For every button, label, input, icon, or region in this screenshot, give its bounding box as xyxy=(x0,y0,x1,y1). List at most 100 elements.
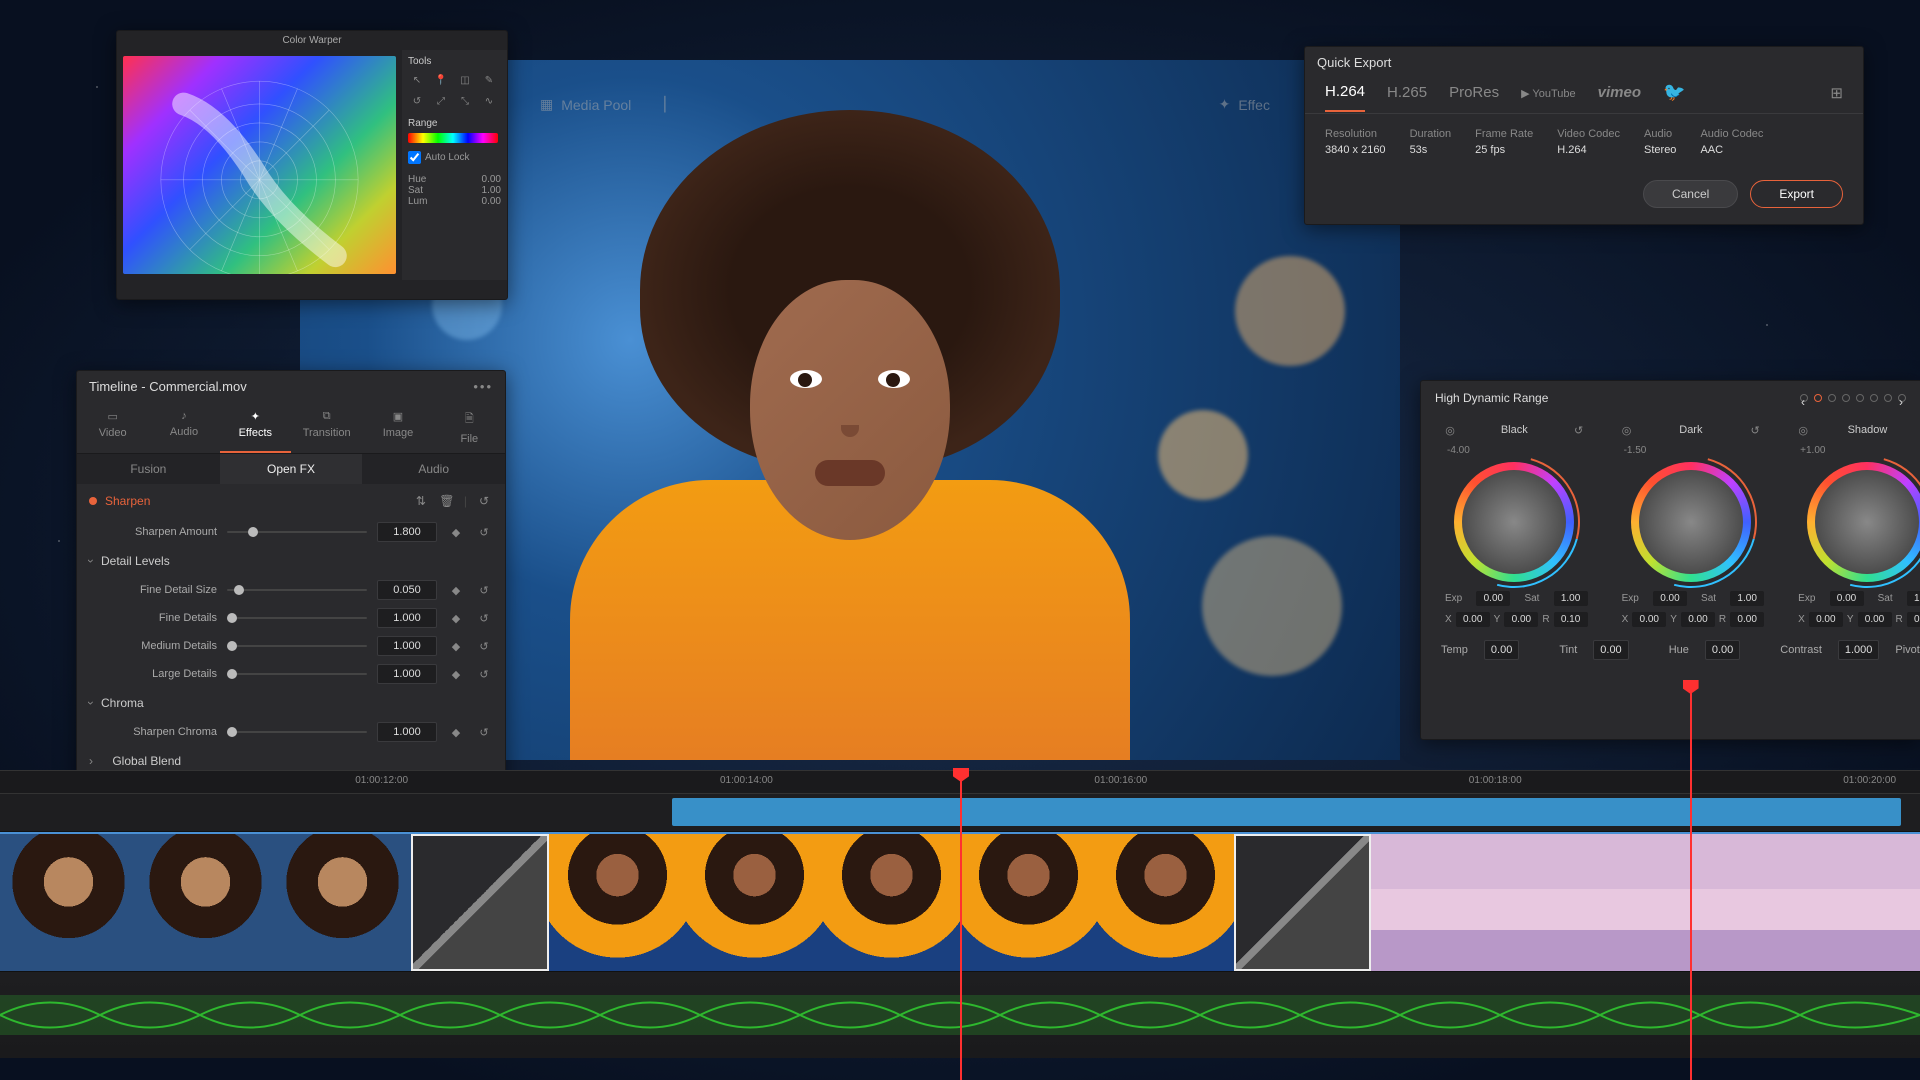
enable-toggle-icon[interactable] xyxy=(89,497,97,505)
reset-icon[interactable]: ↺ xyxy=(475,492,493,510)
expand-tool-icon[interactable]: ⤢ xyxy=(432,92,450,110)
medium-slider[interactable] xyxy=(227,645,367,647)
reset-icon[interactable]: ↺ xyxy=(475,665,493,683)
transition-thumbnail[interactable] xyxy=(1234,834,1371,971)
export-tab-dropbox[interactable]: ⊞ xyxy=(1830,84,1843,112)
target-icon[interactable]: ◎ xyxy=(1441,421,1459,439)
reset-icon[interactable]: ↺ xyxy=(475,609,493,627)
chroma-header[interactable]: Chroma xyxy=(77,688,505,718)
tab-effects[interactable]: ✦Effects xyxy=(220,402,291,453)
x-value[interactable]: 0.00 xyxy=(1809,612,1843,627)
subtab-fusion[interactable]: Fusion xyxy=(77,454,220,484)
hue-input[interactable]: 0.00 xyxy=(1705,640,1740,660)
keyframe-icon[interactable]: ◆ xyxy=(447,665,465,683)
y-value[interactable]: 0.00 xyxy=(1858,612,1892,627)
sharpen-amount-slider[interactable] xyxy=(227,531,367,533)
clip-thumbnail[interactable] xyxy=(1097,834,1234,971)
hdr-wheel-black[interactable]: ◎Black↺ -4.00 Exp0.00Sat1.00 X0.00Y0.00R… xyxy=(1441,415,1588,630)
playhead[interactable] xyxy=(960,770,962,1080)
hdr-wheel-shadow[interactable]: ◎Shadow↺ +1.00 Exp0.00Sat1.00 X0.00Y0.00… xyxy=(1794,415,1920,630)
clip-thumbnail[interactable] xyxy=(1371,834,1508,971)
y-value[interactable]: 0.00 xyxy=(1504,612,1538,627)
export-tab-twitter[interactable]: 🐦 xyxy=(1663,82,1685,113)
keyframe-icon[interactable]: ◆ xyxy=(447,609,465,627)
contract-tool-icon[interactable]: ⤡ xyxy=(456,92,474,110)
clip-thumbnail[interactable] xyxy=(137,834,274,971)
hue-range-strip[interactable] xyxy=(408,133,498,143)
subtab-audio[interactable]: Audio xyxy=(362,454,505,484)
target-icon[interactable]: ◎ xyxy=(1618,421,1636,439)
clip-thumbnail[interactable] xyxy=(274,834,411,971)
clip-thumbnail[interactable] xyxy=(960,834,1097,971)
reset-icon[interactable]: ↺ xyxy=(475,723,493,741)
updown-icon[interactable]: ⇅ xyxy=(412,492,430,510)
tab-image[interactable]: ▣Image xyxy=(362,402,433,453)
export-button[interactable]: Export xyxy=(1750,180,1843,208)
color-warper-canvas[interactable] xyxy=(123,56,396,274)
sat-value[interactable]: 1.00 xyxy=(1730,591,1764,606)
export-tab-h264[interactable]: H.264 xyxy=(1325,83,1365,112)
draw-tool-icon[interactable]: ✎ xyxy=(480,71,498,89)
exp-value[interactable]: 0.00 xyxy=(1830,591,1864,606)
auto-lock-checkbox[interactable]: Auto Lock xyxy=(408,151,501,164)
color-wheel[interactable] xyxy=(1454,462,1574,582)
detail-levels-header[interactable]: Detail Levels xyxy=(77,546,505,576)
tab-video[interactable]: ▭Video xyxy=(77,402,148,453)
effects-button[interactable]: ✦Effec xyxy=(1219,96,1270,113)
fine-size-slider[interactable] xyxy=(227,589,367,591)
select-tool-icon[interactable]: ◫ xyxy=(456,71,474,89)
exp-value[interactable]: 0.00 xyxy=(1476,591,1510,606)
reset-icon[interactable]: ↺ xyxy=(1570,421,1588,439)
sat-value[interactable]: 1.00 xyxy=(1554,591,1588,606)
keyframe-icon[interactable]: ◆ xyxy=(447,523,465,541)
sat-value[interactable]: 1.00 xyxy=(1907,591,1920,606)
x-value[interactable]: 0.00 xyxy=(1456,612,1490,627)
color-wheel[interactable] xyxy=(1807,462,1920,582)
r-value[interactable]: 0.00 xyxy=(1907,612,1920,627)
tab-file[interactable]: 🗎File xyxy=(434,402,505,453)
clip-thumbnail[interactable] xyxy=(0,834,137,971)
reset-tool-icon[interactable]: ↺ xyxy=(408,92,426,110)
tab-audio[interactable]: ♪Audio xyxy=(148,402,219,453)
exp-value[interactable]: 0.00 xyxy=(1653,591,1687,606)
fine-input[interactable] xyxy=(377,608,437,628)
video-clip[interactable] xyxy=(672,798,1901,826)
contrast-input[interactable]: 1.000 xyxy=(1838,640,1880,660)
medium-input[interactable] xyxy=(377,636,437,656)
chroma-input[interactable] xyxy=(377,722,437,742)
target-icon[interactable]: ◎ xyxy=(1794,421,1812,439)
chroma-slider[interactable] xyxy=(227,731,367,733)
reset-icon[interactable]: ↺ xyxy=(475,637,493,655)
reset-icon[interactable]: ↺ xyxy=(1746,421,1764,439)
pointer-tool-icon[interactable]: ↖ xyxy=(408,71,426,89)
keyframe-icon[interactable]: ◆ xyxy=(447,581,465,599)
export-tab-vimeo[interactable]: vimeo xyxy=(1598,84,1641,111)
clip-thumbnail[interactable] xyxy=(823,834,960,971)
color-warper-panel[interactable]: Color Warper Tools ↖ 📍 ◫ ✎ ↺ ⤢ xyxy=(116,30,508,300)
trash-icon[interactable]: 🗑 xyxy=(438,492,456,510)
hdr-wheel-dark[interactable]: ◎Dark↺ -1.50 Exp0.00Sat1.00 X0.00Y0.00R0… xyxy=(1618,415,1765,630)
reset-icon[interactable]: ↺ xyxy=(475,523,493,541)
x-value[interactable]: 0.00 xyxy=(1632,612,1666,627)
sharpen-effect-header[interactable]: Sharpen ⇅ 🗑 | ↺ xyxy=(77,484,505,518)
cancel-button[interactable]: Cancel xyxy=(1643,180,1738,208)
color-wheel[interactable] xyxy=(1631,462,1751,582)
export-tab-h265[interactable]: H.265 xyxy=(1387,84,1427,111)
warper-mesh[interactable] xyxy=(133,66,386,274)
clip-thumbnail[interactable] xyxy=(1646,834,1783,971)
pin-tool-icon[interactable]: 📍 xyxy=(432,71,450,89)
r-value[interactable]: 0.10 xyxy=(1554,612,1588,627)
fine-slider[interactable] xyxy=(227,617,367,619)
tint-input[interactable]: 0.00 xyxy=(1593,640,1628,660)
zone-dots[interactable]: ‹› xyxy=(1800,394,1906,402)
reset-icon[interactable]: ↺ xyxy=(475,581,493,599)
smooth-tool-icon[interactable]: ∿ xyxy=(480,92,498,110)
media-pool-button[interactable]: ▦Media Pool xyxy=(540,96,631,113)
temp-input[interactable]: 0.00 xyxy=(1484,640,1519,660)
tab-transition[interactable]: ⧉Transition xyxy=(291,402,362,453)
y-value[interactable]: 0.00 xyxy=(1681,612,1715,627)
large-input[interactable] xyxy=(377,664,437,684)
sharpen-amount-input[interactable] xyxy=(377,522,437,542)
hdr-panel[interactable]: High Dynamic Range ‹› ◎Black↺ -4.00 Exp0… xyxy=(1420,380,1920,740)
keyframe-icon[interactable]: ◆ xyxy=(447,723,465,741)
